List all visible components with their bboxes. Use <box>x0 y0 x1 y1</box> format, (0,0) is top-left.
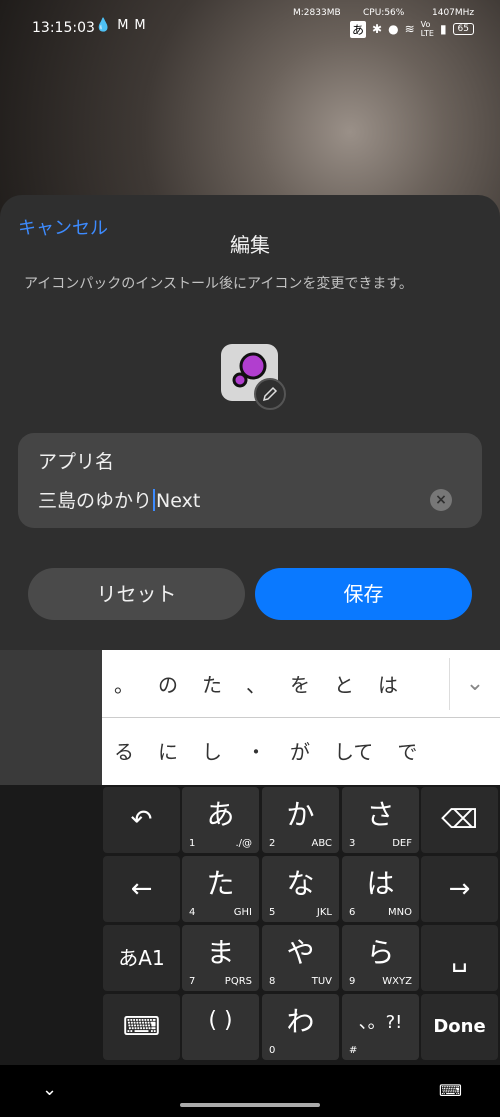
save-button[interactable]: 保存 <box>255 568 472 620</box>
candidate-item[interactable]: が <box>278 736 322 765</box>
cursor-left-key[interactable]: ← <box>103 856 180 922</box>
candidate-item[interactable]: を <box>278 669 322 698</box>
memory-readout: M:2833MB <box>293 8 341 18</box>
notification-icons: 💧 M M <box>95 18 146 33</box>
keyboard-side-panel <box>0 650 102 785</box>
arrow-right-icon: → <box>448 874 471 904</box>
edit-sheet: キャンセル 編集 アイコンパックのインストール後にアイコンを変更できます。 アプ… <box>0 195 500 650</box>
status-time: 13:15:03 <box>32 20 95 36</box>
key-ha[interactable]: は 6 MNO <box>342 856 419 922</box>
chevron-down-icon[interactable]: ⌄ <box>449 658 500 710</box>
candidate-item[interactable]: の <box>146 669 190 698</box>
candidate-item[interactable]: は <box>366 669 410 698</box>
key-a[interactable]: あ 1 ./@ <box>182 787 259 853</box>
key-ma[interactable]: ま 7 PQRS <box>182 925 259 991</box>
key-punct[interactable]: 、。?! # <box>342 994 419 1060</box>
location-icon: ● <box>388 22 399 36</box>
backspace-icon: ⌫ <box>441 805 478 835</box>
volte-icon: Vo LTE <box>420 20 434 38</box>
bluetooth-icon: ✱ <box>372 22 383 36</box>
undo-key[interactable]: ↶ <box>103 787 180 853</box>
hint-text: アイコンパックのインストール後にアイコンを変更できます。 <box>24 276 413 292</box>
undo-icon: ↶ <box>130 805 153 835</box>
signal-icon: ▮ <box>439 22 447 36</box>
drop-icon: 💧 <box>95 18 112 33</box>
cpu-readout: CPU:56% <box>363 8 405 18</box>
reset-button[interactable]: リセット <box>28 568 245 620</box>
space-icon: ␣ <box>451 943 468 973</box>
candidate-row-2: る に し ・ が して で <box>102 717 500 784</box>
candidate-item[interactable]: して <box>322 736 385 765</box>
freq-readout: 1407MHz <box>432 8 475 18</box>
key-ta[interactable]: た 4 GHI <box>182 856 259 922</box>
key-na[interactable]: な 5 JKL <box>262 856 339 922</box>
status-bar: 13:15:03 💧 M M M:2833MB CPU:56% 1407MHz … <box>0 0 500 40</box>
done-key[interactable]: Done <box>421 994 498 1060</box>
backspace-key[interactable]: ⌫ <box>421 787 498 853</box>
key-ra[interactable]: ら 9 WXYZ <box>342 925 419 991</box>
system-icons: あ ✱ ● ≋ Vo LTE ▮ 65 <box>350 20 474 38</box>
candidate-item[interactable]: た <box>190 669 234 698</box>
gmail-icon: M <box>134 18 146 33</box>
input-text-before: 三島のゆかり <box>38 490 153 512</box>
key-ka[interactable]: か 2 ABC <box>262 787 339 853</box>
candidate-item[interactable]: し <box>190 736 234 765</box>
candidate-row-1: 。 の た 、 を と は <box>102 650 500 717</box>
emoji-keyboard-key[interactable]: ⌨ <box>103 994 180 1060</box>
chevron-down-icon[interactable]: ⌄ <box>42 1079 57 1100</box>
app-name-input[interactable]: 三島のゆかり Next <box>38 486 418 513</box>
candidate-item[interactable]: で <box>385 736 429 765</box>
candidate-item[interactable]: に <box>146 736 190 765</box>
field-label: アプリ名 <box>38 451 115 473</box>
pencil-icon[interactable] <box>254 378 286 410</box>
battery-icon: 65 <box>452 23 474 35</box>
candidate-item[interactable]: 。 <box>102 669 146 698</box>
candidate-item[interactable]: る <box>102 736 146 765</box>
ime-indicator: あ <box>350 20 367 38</box>
candidate-item[interactable]: と <box>322 669 366 698</box>
wifi-icon: ≋ <box>404 22 415 36</box>
input-text-after: Next <box>156 490 201 512</box>
candidate-bar: 。 の た 、 を と は ⌄ る に し ・ が して で <box>102 650 500 785</box>
emoji-keyboard-icon: ⌨ <box>122 1012 161 1042</box>
mode-key[interactable]: あA1 <box>103 925 180 991</box>
candidate-item[interactable]: ・ <box>234 736 278 765</box>
key-wa[interactable]: わ0 <box>262 994 339 1060</box>
cursor-right-key[interactable]: → <box>421 856 498 922</box>
gmail-icon: M <box>117 18 129 33</box>
space-key[interactable]: ␣ <box>421 925 498 991</box>
arrow-left-icon: ← <box>130 874 153 904</box>
home-indicator[interactable] <box>180 1103 320 1107</box>
app-name-field[interactable]: アプリ名 三島のゆかり Next × <box>18 433 482 528</box>
text-caret <box>153 489 156 511</box>
keyboard: ↶ あ 1 ./@ か 2 ABC さ 3 DEF ⌫ ← た 4 GHI な 5 JKL は 6 MN… <box>0 785 500 1065</box>
key-paren[interactable]: ( ) <box>182 994 259 1060</box>
clear-icon[interactable]: × <box>430 489 452 511</box>
nav-bar: ⌄ ⌨ <box>0 1065 500 1117</box>
keyboard-icon[interactable]: ⌨ <box>439 1081 462 1100</box>
candidate-item[interactable]: 、 <box>234 669 278 698</box>
sheet-title: 編集 <box>230 233 270 257</box>
key-ya[interactable]: や 8 TUV <box>262 925 339 991</box>
key-sa[interactable]: さ 3 DEF <box>342 787 419 853</box>
